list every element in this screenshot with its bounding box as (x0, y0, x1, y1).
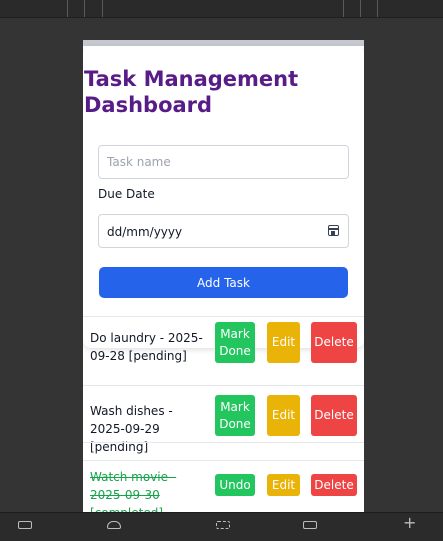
list-divider (83, 316, 364, 317)
delete-button[interactable]: Delete (311, 474, 357, 496)
add-task-card: Task Management Dashboard Task name Due … (83, 46, 364, 348)
due-date-input[interactable]: dd/mm/yyyy (98, 214, 349, 248)
mark-done-button[interactable]: Mark Done (215, 395, 255, 436)
window-bottom-bar: + (0, 512, 443, 541)
page-title: Task Management Dashboard (84, 67, 299, 117)
task-label: Do laundry - 2025-09-28 [pending] (90, 331, 203, 363)
window-top-bar (0, 0, 443, 18)
task-row: Watch movie - 2025-09-30 [completed] Und… (83, 458, 364, 512)
task-label: Watch movie - 2025-09-30 [completed] (90, 470, 177, 512)
task-name-input[interactable]: Task name (98, 145, 349, 179)
list-divider (83, 442, 364, 443)
delete-button[interactable]: Delete (311, 322, 357, 363)
add-task-button[interactable]: Add Task (99, 267, 348, 298)
crown-icon[interactable] (216, 521, 230, 529)
device-viewport: Task Management Dashboard Task name Due … (83, 40, 364, 512)
due-date-label: Due Date (98, 187, 155, 201)
screen-icon[interactable] (18, 521, 32, 529)
undo-button[interactable]: Undo (215, 474, 255, 496)
toolbar-divider (343, 0, 344, 18)
toolbar-divider (360, 0, 361, 18)
toolbar-divider (377, 0, 378, 18)
toolbar-divider (67, 0, 68, 18)
edit-button[interactable]: Edit (267, 474, 300, 496)
task-name-placeholder: Task name (107, 155, 171, 169)
plus-icon[interactable]: + (403, 513, 416, 532)
edit-button[interactable]: Edit (267, 395, 300, 436)
edit-button[interactable]: Edit (267, 322, 300, 363)
task-row: Do laundry - 2025-09-28 [pending] Mark D… (83, 319, 364, 377)
delete-button[interactable]: Delete (311, 395, 357, 436)
mark-done-button[interactable]: Mark Done (215, 322, 255, 363)
list-divider (83, 385, 364, 386)
gauge-icon[interactable] (107, 521, 121, 529)
toolbar-divider (84, 0, 85, 18)
panel-icon[interactable] (303, 521, 317, 529)
due-date-value: dd/mm/yyyy (107, 225, 183, 239)
toolbar-divider (102, 0, 103, 18)
calendar-icon[interactable] (328, 225, 339, 236)
task-label: Wash dishes - 2025-09-29 [pending] (90, 404, 173, 454)
